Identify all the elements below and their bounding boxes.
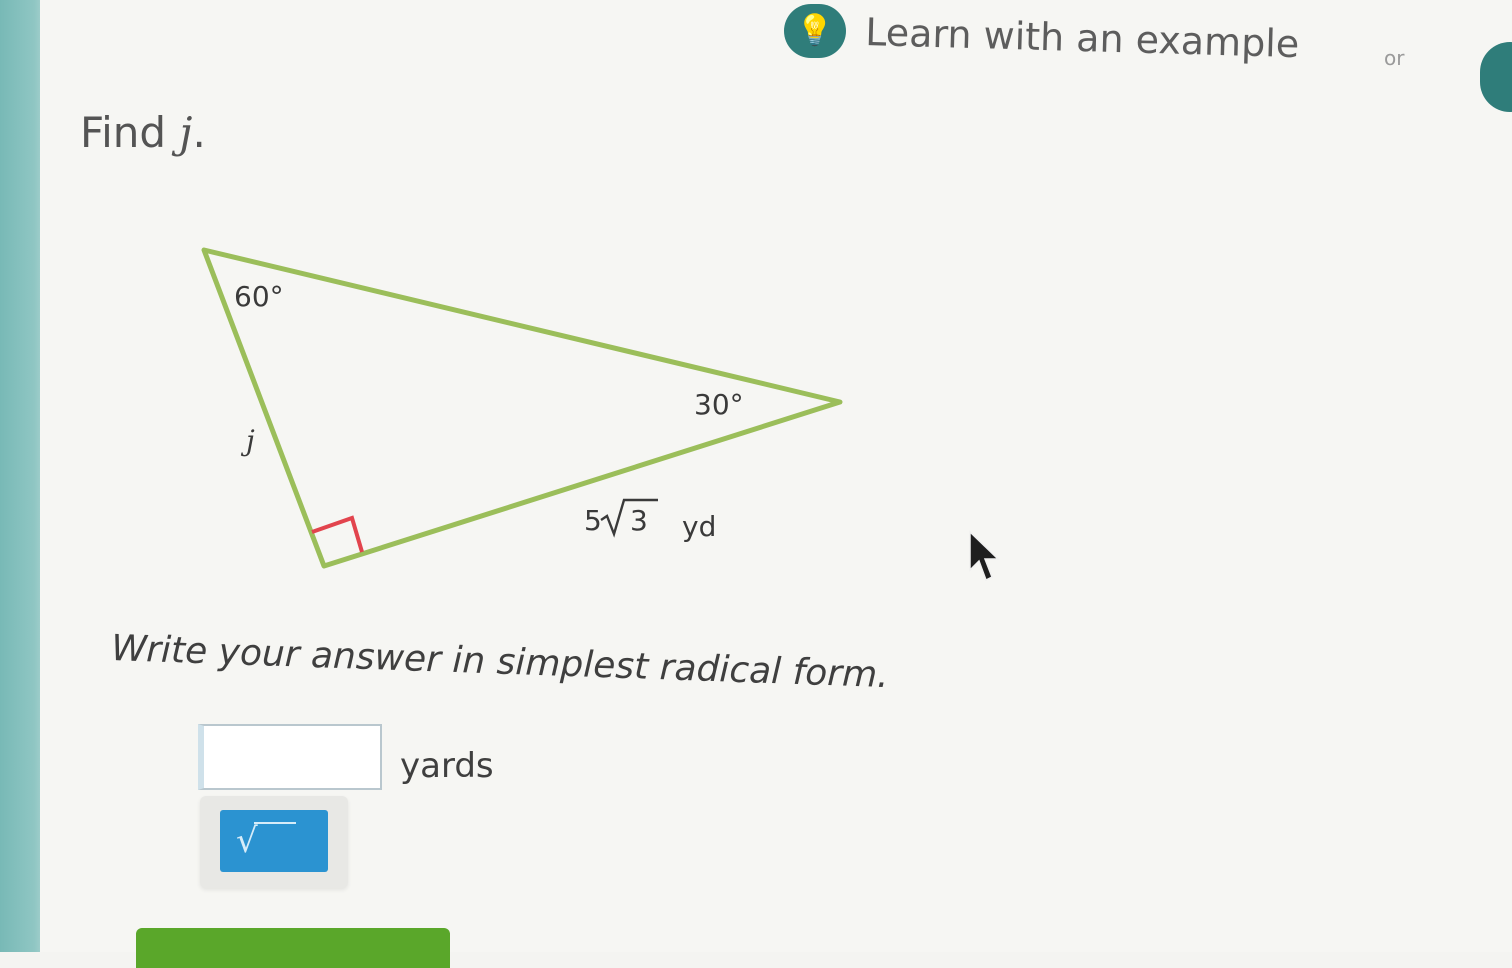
- side-j-label: j: [240, 424, 255, 457]
- unit-label: yards: [400, 746, 494, 786]
- hypotenuse-radicand: 3: [630, 504, 648, 537]
- hypotenuse-unit: yd: [682, 510, 716, 543]
- angle-right-label: 30°: [694, 388, 744, 421]
- answer-input[interactable]: [198, 724, 382, 790]
- hypotenuse-coefficient: 5: [584, 504, 602, 537]
- submit-button[interactable]: [136, 928, 450, 968]
- square-root-icon: √: [236, 821, 258, 861]
- triangle-shape: [201, 247, 843, 569]
- radical-bar: [253, 822, 296, 824]
- square-root-button[interactable]: √: [220, 810, 328, 872]
- mouse-cursor-icon: [969, 530, 1000, 582]
- right-angle-marker: [311, 515, 364, 553]
- angle-top-label: 60°: [234, 280, 284, 313]
